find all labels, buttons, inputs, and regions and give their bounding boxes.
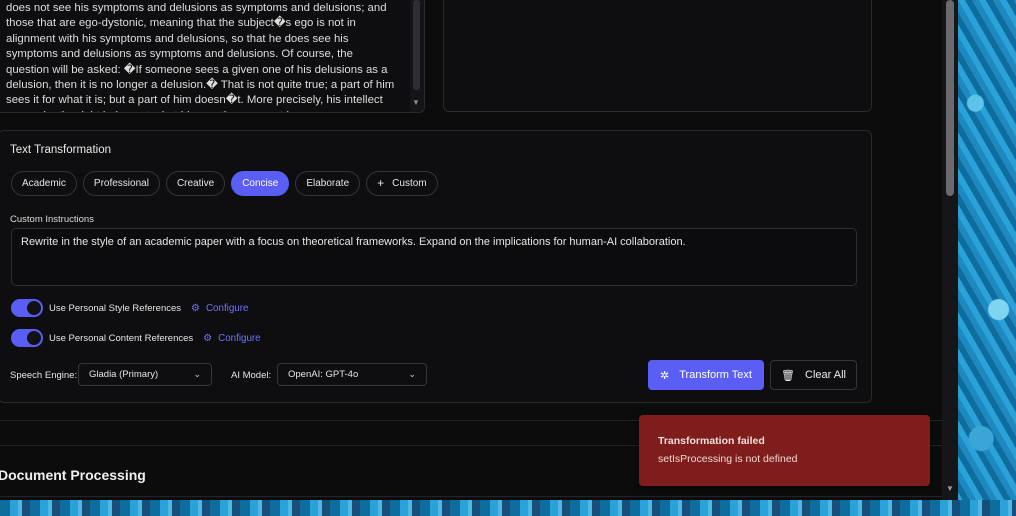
divider bbox=[0, 496, 942, 497]
chevron-down-icon: ⌄ bbox=[193, 369, 201, 379]
output-text-area[interactable] bbox=[443, 0, 872, 112]
configure-content-link[interactable]: Configure bbox=[218, 333, 260, 344]
gear-icon[interactable]: ⚙ bbox=[191, 303, 200, 314]
desktop-wallpaper-bottom bbox=[0, 500, 1016, 516]
content-references-label: Use Personal Content References bbox=[49, 332, 194, 344]
speech-engine-label: Speech Engine: bbox=[10, 370, 78, 381]
chip-creative[interactable]: Creative bbox=[165, 171, 226, 196]
content-references-toggle[interactable] bbox=[11, 329, 43, 347]
input-text-area[interactable]: does not see his symptoms and delusions … bbox=[0, 0, 425, 113]
plus-icon: + bbox=[377, 176, 385, 190]
input-scroll-thumb[interactable] bbox=[413, 0, 420, 90]
ai-model-label: AI Model: bbox=[231, 370, 272, 381]
text-transformation-panel: Text Transformation Academic Professiona… bbox=[0, 130, 872, 403]
chip-custom-label: Custom bbox=[392, 178, 427, 189]
ai-model-value: OpenAI: GPT-4o bbox=[288, 369, 359, 380]
scroll-down-arrow-icon[interactable]: ▼ bbox=[944, 484, 956, 494]
clear-all-label: Clear All bbox=[805, 369, 846, 381]
style-references-label: Use Personal Style References bbox=[49, 302, 182, 314]
custom-instructions-input[interactable]: Rewrite in the style of an academic pape… bbox=[11, 228, 857, 286]
chip-professional[interactable]: Professional bbox=[82, 171, 160, 196]
speech-engine-select[interactable]: Gladia (Primary) ⌄ bbox=[78, 363, 212, 386]
trash-icon: 🗑 bbox=[781, 369, 795, 382]
style-chips: Academic Professional Creative Concise E… bbox=[11, 171, 438, 196]
style-references-toggle[interactable] bbox=[11, 299, 43, 317]
error-toast[interactable]: Transformation failed setIsProcessing is… bbox=[639, 415, 930, 486]
gear-icon[interactable]: ⚙ bbox=[203, 333, 212, 344]
transform-text-label: Transform Text bbox=[679, 369, 752, 381]
content-references-row: Use Personal Content References ⚙ Config… bbox=[11, 329, 261, 347]
app-window: does not see his symptoms and delusions … bbox=[0, 0, 958, 500]
configure-style-link[interactable]: Configure bbox=[206, 303, 248, 314]
sparkle-icon: ✲ bbox=[660, 369, 670, 382]
chip-custom[interactable]: + Custom bbox=[366, 171, 438, 196]
chip-elaborate[interactable]: Elaborate bbox=[295, 171, 361, 196]
desktop-wallpaper bbox=[958, 0, 1016, 516]
chevron-down-icon: ⌄ bbox=[408, 369, 416, 379]
chip-concise[interactable]: Concise bbox=[231, 171, 290, 196]
custom-instructions-label: Custom Instructions bbox=[10, 214, 94, 225]
clear-all-button[interactable]: 🗑 Clear All bbox=[770, 360, 857, 390]
document-processing-title: Document Processing bbox=[0, 467, 146, 483]
input-text: does not see his symptoms and delusions … bbox=[6, 2, 395, 112]
speech-engine-value: Gladia (Primary) bbox=[89, 369, 159, 380]
style-references-row: Use Personal Style References ⚙ Configur… bbox=[11, 299, 248, 317]
scroll-down-arrow-icon[interactable]: ▼ bbox=[412, 98, 420, 107]
transform-text-button[interactable]: ✲ Transform Text bbox=[648, 360, 764, 390]
chip-academic[interactable]: Academic bbox=[11, 171, 77, 196]
toast-title: Transformation failed bbox=[658, 435, 765, 447]
page-scroll-thumb[interactable] bbox=[946, 0, 954, 196]
toast-message: setIsProcessing is not defined bbox=[658, 453, 798, 465]
panel-title: Text Transformation bbox=[10, 144, 111, 156]
input-scrollbar[interactable]: ▼ bbox=[410, 0, 424, 112]
ai-model-select[interactable]: OpenAI: GPT-4o ⌄ bbox=[277, 363, 427, 386]
